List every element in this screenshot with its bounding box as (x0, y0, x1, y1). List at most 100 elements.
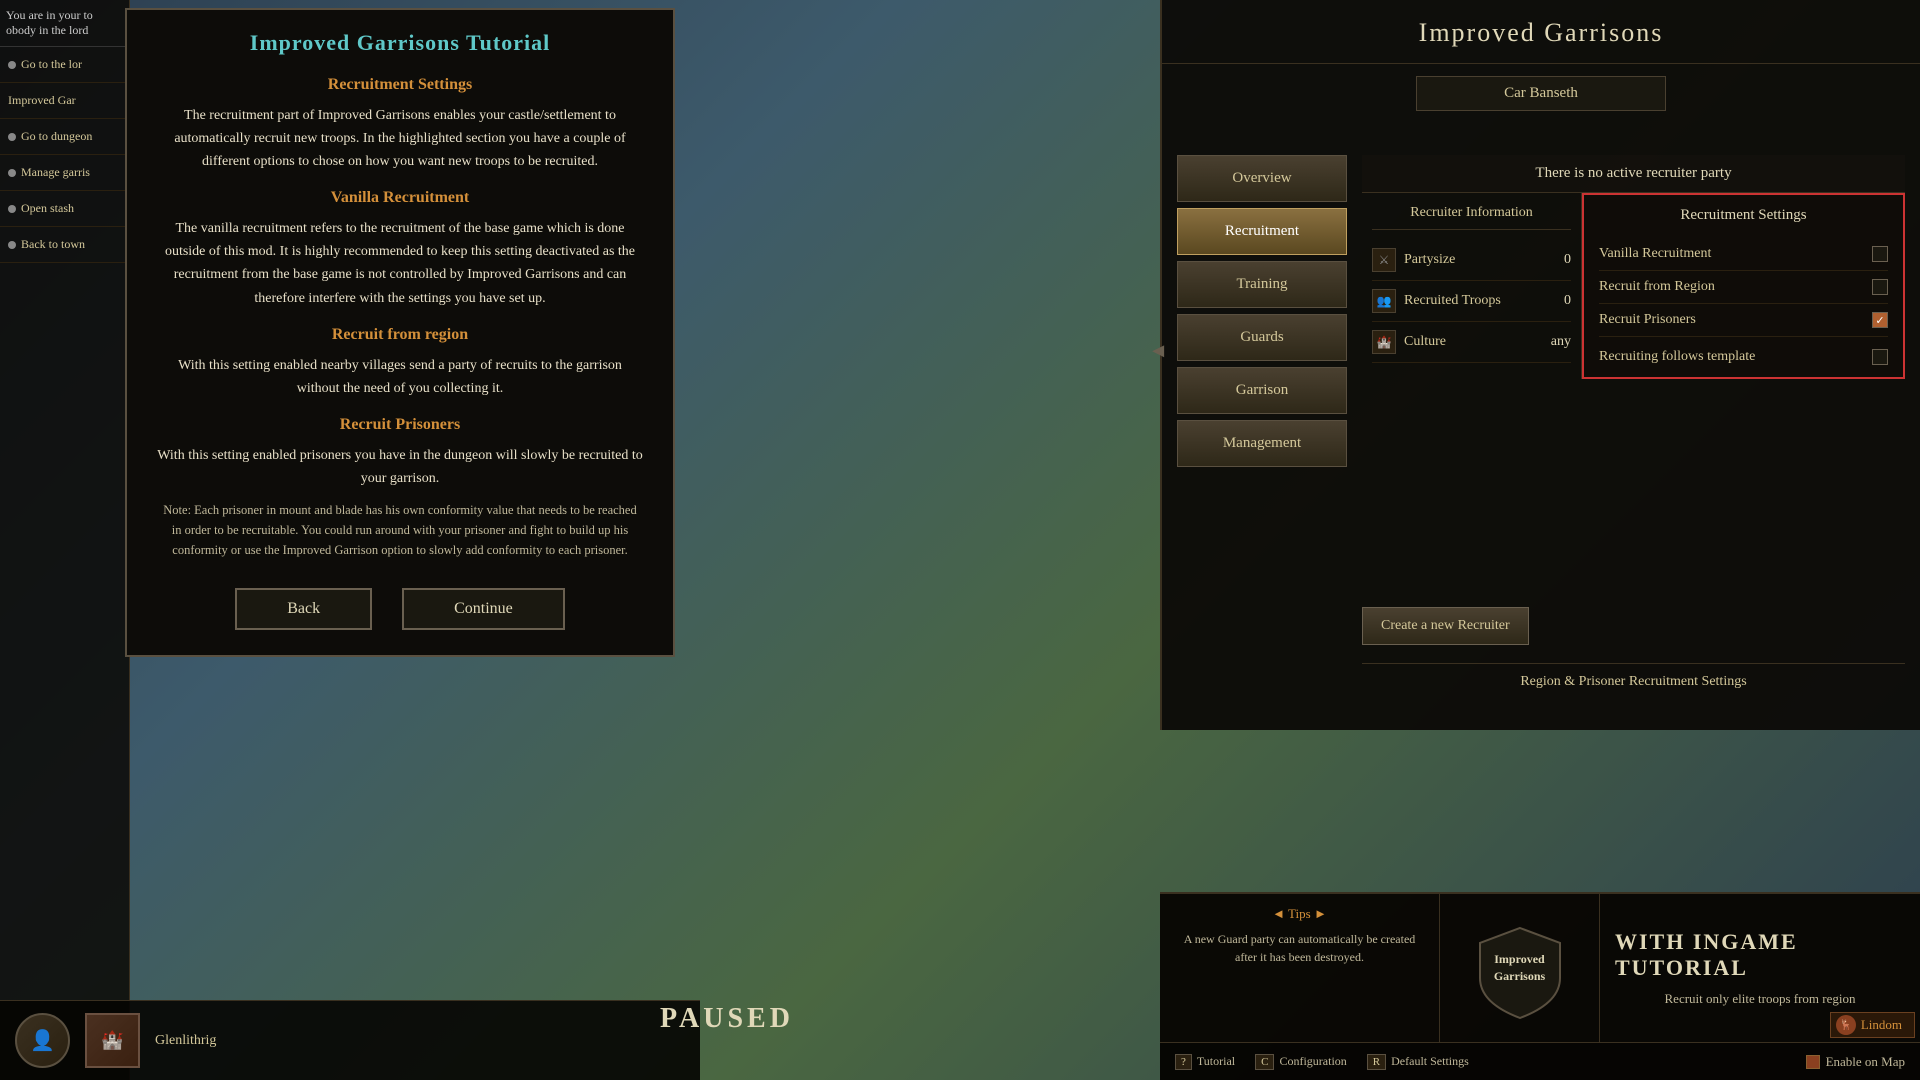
section-heading-prisoners: Recruit Prisoners (157, 416, 643, 434)
sidebar-item-improved-gar[interactable]: Improved Gar (0, 83, 129, 119)
follows-template-checkbox[interactable] (1872, 349, 1888, 365)
nav-garrison[interactable]: Garrison (1177, 367, 1347, 414)
sidebar-dot (8, 169, 16, 177)
follows-template-label: Recruiting follows template (1599, 349, 1755, 365)
sidebar-dot (8, 205, 16, 213)
rs-prisoners: Recruit Prisoners (1599, 304, 1888, 337)
section-heading-vanilla: Vanilla Recruitment (157, 189, 643, 207)
rs-vanilla: Vanilla Recruitment (1599, 238, 1888, 271)
section-body-prisoners: With this setting enabled prisoners you … (157, 444, 643, 490)
ig-logo-text: Improved Garrisons (1494, 951, 1545, 985)
ig-shield: Improved Garrisons (1475, 923, 1565, 1013)
recruit-elite-text: Recruit only elite troops from region (1665, 991, 1856, 1007)
toolbar-tutorial[interactable]: ? Tutorial (1175, 1054, 1235, 1070)
nav-guards[interactable]: Guards (1177, 314, 1347, 361)
culture-value: any (1551, 334, 1571, 350)
lindom-badge[interactable]: 🦌 Lindom (1830, 1012, 1915, 1038)
tutorial-label: Tutorial (1197, 1054, 1235, 1069)
default-key: R (1367, 1054, 1386, 1070)
region-prisoner-row: Region & Prisoner Recruitment Settings (1362, 663, 1905, 690)
tips-text: A new Guard party can automatically be c… (1175, 930, 1424, 1030)
section-body-region: With this setting enabled nearby village… (157, 354, 643, 400)
prisoners-label: Recruit Prisoners (1599, 312, 1696, 328)
recruiter-info-header: There is no active recruiter party (1362, 155, 1905, 193)
sidebar-dot (8, 133, 16, 141)
partysize-value: 0 (1564, 252, 1571, 268)
info-row: Recruiter Information ⚔ Partysize 0 👥 Re… (1362, 193, 1905, 379)
sidebar-item-back-to-town[interactable]: Back to town (0, 227, 129, 263)
toolbar-configuration[interactable]: C Configuration (1255, 1054, 1347, 1070)
recruited-icon: 👥 (1372, 289, 1396, 313)
tutorial-modal-title: Improved Garrisons Tutorial (157, 30, 643, 56)
settlement-bottom-name: Glenlithrig (155, 1033, 216, 1049)
region-checkbox[interactable] (1872, 279, 1888, 295)
default-settings-label: Default Settings (1391, 1054, 1469, 1069)
nav-training[interactable]: Training (1177, 261, 1347, 308)
sidebar-dot (8, 241, 16, 249)
info-culture: 🏰 Culture any (1372, 322, 1571, 363)
continue-button[interactable]: Continue (402, 588, 565, 630)
settlement-icon: 🏰 (101, 1030, 123, 1051)
section-heading-region: Recruit from region (157, 326, 643, 344)
create-recruiter-button[interactable]: Create a new Recruiter (1362, 607, 1529, 645)
ig-logo-line2: Garrisons (1494, 968, 1545, 985)
sidebar-item-lord[interactable]: Go to the lor (0, 47, 129, 83)
sidebar-item-label: Go to the lor (21, 57, 82, 72)
recruited-value: 0 (1564, 293, 1571, 309)
enable-on-map-checkbox[interactable] (1806, 1055, 1820, 1069)
partysize-icon: ⚔ (1372, 248, 1396, 272)
partysize-label: Partysize (1404, 252, 1455, 268)
vanilla-checkbox[interactable] (1872, 246, 1888, 262)
bottom-left-bar: 👤 🏰 Glenlithrig (0, 1000, 700, 1080)
ig-logo-line1: Improved (1494, 951, 1545, 968)
tutorial-note: Note: Each prisoner in mount and blade h… (157, 500, 643, 560)
lindom-label: Lindom (1861, 1017, 1902, 1033)
bottom-toolbar: ? Tutorial C Configuration R Default Set… (1160, 1042, 1920, 1080)
culture-label: Culture (1404, 334, 1446, 350)
content-area: There is no active recruiter party Recru… (1362, 155, 1905, 650)
sidebar-item-label: Back to town (21, 237, 85, 252)
settlement-name[interactable]: Car Banseth (1416, 76, 1666, 111)
enable-on-map-control[interactable]: Enable on Map (1806, 1054, 1905, 1070)
section-heading-recruitment: Recruitment Settings (157, 76, 643, 94)
tips-header: ◄ Tips ► (1175, 906, 1424, 922)
sidebar-intro: You are in your to obody in the lord (0, 0, 129, 47)
ig-logo-section: Improved Garrisons (1440, 894, 1600, 1042)
nav-overview[interactable]: Overview (1177, 155, 1347, 202)
tutorial-buttons: Back Continue (157, 588, 643, 630)
nav-management[interactable]: Management (1177, 420, 1347, 467)
nav-recruitment[interactable]: Recruitment (1177, 208, 1347, 255)
sidebar-intro-line1: You are in your to (6, 8, 123, 23)
paused-label: PAUSED (660, 1003, 794, 1035)
recruiter-info-title: Recruiter Information (1372, 205, 1571, 230)
tips-section: ◄ Tips ► A new Guard party can automatic… (1160, 894, 1440, 1042)
config-label: Configuration (1279, 1054, 1346, 1069)
vanilla-label: Vanilla Recruitment (1599, 246, 1711, 262)
sidebar-item-label: Manage garris (21, 165, 90, 180)
culture-icon: 🏰 (1372, 330, 1396, 354)
nav-buttons: Overview Recruitment Training Guards Gar… (1177, 155, 1347, 467)
sidebar-item-dungeon[interactable]: Go to dungeon (0, 119, 129, 155)
config-key: C (1255, 1054, 1274, 1070)
section-body-recruitment: The recruitment part of Improved Garriso… (157, 104, 643, 173)
sidebar-dot (8, 61, 16, 69)
scroll-arrow[interactable]: ◄ (1148, 340, 1168, 363)
info-partysize: ⚔ Partysize 0 (1372, 240, 1571, 281)
region-label: Recruit from Region (1599, 279, 1715, 295)
back-button[interactable]: Back (235, 588, 372, 630)
character-portrait: 👤 (15, 1013, 70, 1068)
tips-header-text: ◄ Tips ► (1272, 906, 1327, 922)
sidebar-item-label: Improved Gar (8, 93, 76, 108)
recruiter-info-panel: Recruiter Information ⚔ Partysize 0 👥 Re… (1362, 193, 1582, 379)
sidebar-item-open-stash[interactable]: Open stash (0, 191, 129, 227)
bottom-tutorial-section: ◄ Tips ► A new Guard party can automatic… (1160, 892, 1920, 1042)
sidebar-item-manage-garris[interactable]: Manage garris (0, 155, 129, 191)
right-panel: Improved Garrisons Car Banseth Overview … (1160, 0, 1920, 730)
tutorial-modal: Improved Garrisons Tutorial Recruitment … (125, 8, 675, 657)
recruited-label: Recruited Troops (1404, 293, 1501, 309)
sidebar: You are in your to obody in the lord Go … (0, 0, 130, 1080)
toolbar-default-settings[interactable]: R Default Settings (1367, 1054, 1469, 1070)
sidebar-item-label: Open stash (21, 201, 74, 216)
rs-title: Recruitment Settings (1599, 207, 1888, 224)
prisoners-checkbox[interactable] (1872, 312, 1888, 328)
